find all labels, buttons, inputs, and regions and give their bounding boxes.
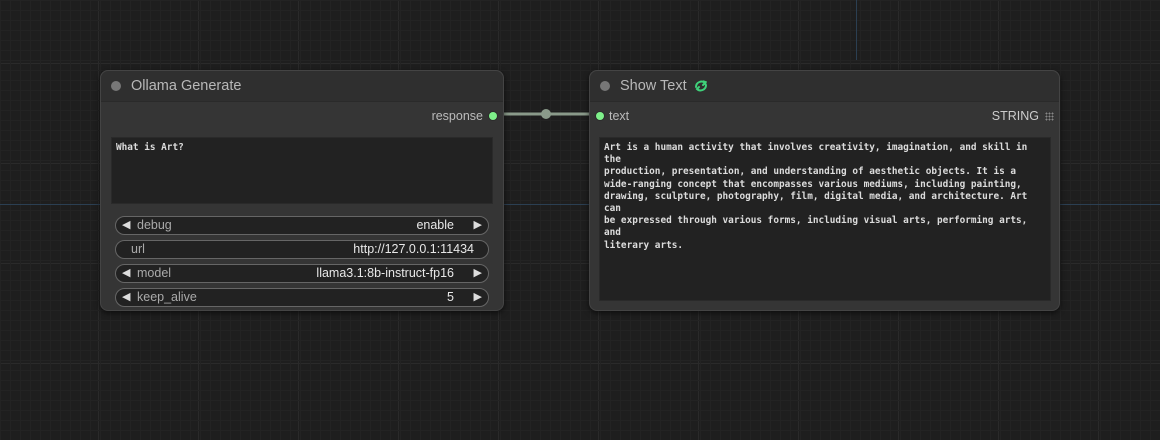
output-label: response — [431, 109, 483, 123]
keep-alive-label: keep_alive — [137, 290, 197, 304]
debug-label: debug — [137, 218, 172, 232]
keep-alive-number[interactable]: ◀ keep_alive 5 ▶ — [115, 288, 489, 307]
input-slot-dot[interactable] — [596, 112, 604, 120]
left-arrow-icon[interactable]: ◀ — [122, 217, 130, 234]
link-midpoint-handle[interactable] — [541, 109, 551, 119]
output-type-label: STRING — [991, 109, 1039, 123]
model-value: llama3.1:8b-instruct-fp16 — [316, 266, 454, 280]
node-title: Ollama Generate — [131, 78, 242, 94]
show-text-node[interactable]: Show Text text STRING Art is a human act… — [589, 70, 1060, 311]
grid-handle-icon[interactable] — [1045, 112, 1054, 121]
model-combo[interactable]: ◀ model llama3.1:8b-instruct-fp16 ▶ — [115, 264, 489, 283]
keep-alive-value: 5 — [447, 290, 454, 304]
debug-combo[interactable]: ◀ debug enable ▶ — [115, 216, 489, 235]
right-arrow-icon[interactable]: ▶ — [474, 289, 482, 306]
node-title-bar[interactable]: Ollama Generate — [101, 71, 503, 102]
debug-value: enable — [416, 218, 454, 232]
url-value: http://127.0.0.1:11434 — [353, 242, 474, 256]
right-arrow-icon[interactable]: ▶ — [474, 217, 482, 234]
collapse-dot-icon[interactable] — [111, 81, 121, 91]
url-text-widget[interactable]: url http://127.0.0.1:11434 — [115, 240, 489, 259]
node-title-bar[interactable]: Show Text — [590, 71, 1059, 102]
left-arrow-icon[interactable]: ◀ — [122, 265, 130, 282]
ollama-generate-node[interactable]: Ollama Generate response What is Art? ◀ … — [100, 70, 504, 311]
url-label: url — [131, 242, 145, 256]
input-slot-row: text STRING — [590, 103, 1059, 129]
custom-node-badge-icon — [694, 80, 707, 92]
model-label: model — [137, 266, 172, 280]
collapse-dot-icon[interactable] — [600, 81, 610, 91]
output-slot-row: response — [101, 103, 503, 129]
node-title: Show Text — [620, 78, 687, 94]
left-arrow-icon[interactable]: ◀ — [122, 289, 130, 306]
input-label: text — [609, 109, 630, 123]
output-textarea[interactable]: Art is a human activity that involves cr… — [599, 137, 1051, 301]
prompt-textarea[interactable]: What is Art? — [111, 137, 493, 204]
output-slot-dot[interactable] — [489, 112, 497, 120]
right-arrow-icon[interactable]: ▶ — [474, 265, 482, 282]
